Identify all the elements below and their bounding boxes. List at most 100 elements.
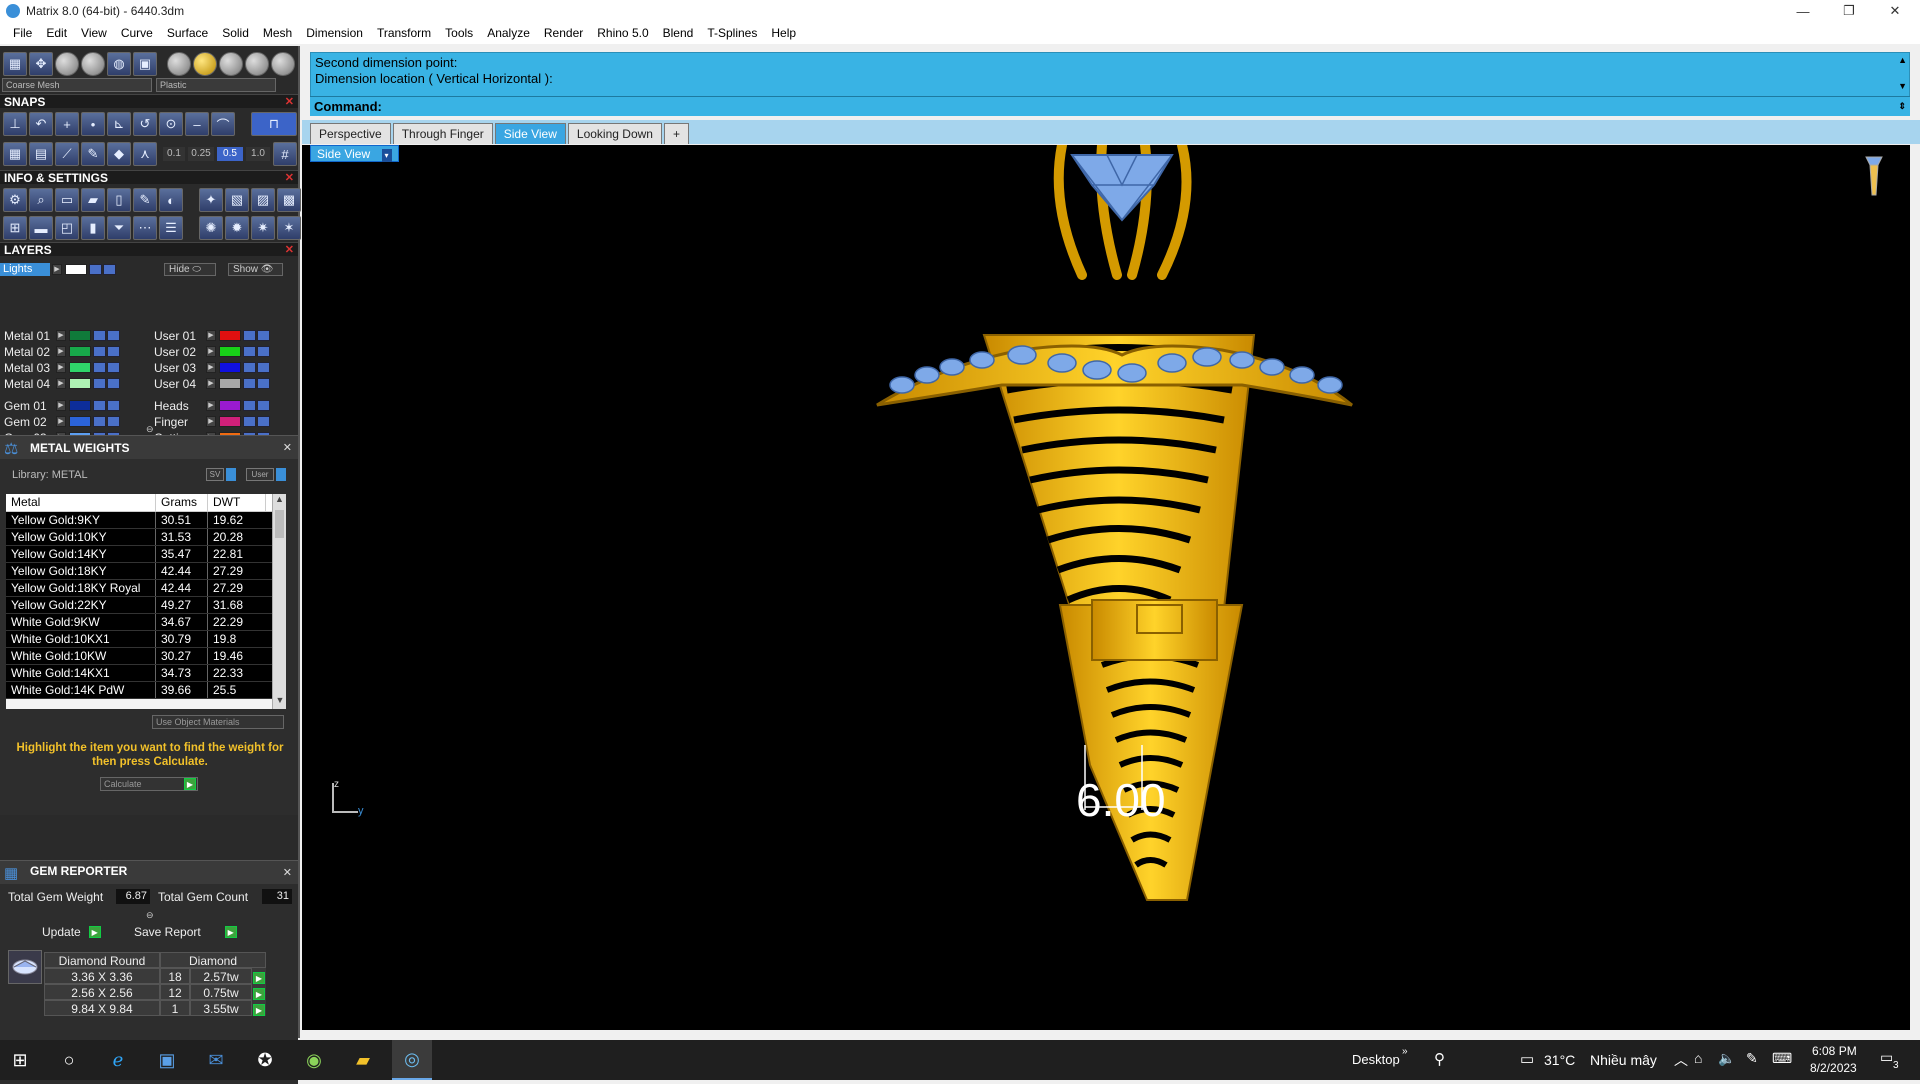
menu-curve[interactable]: Curve — [114, 26, 160, 40]
tab-side-view[interactable]: Side View — [494, 123, 566, 144]
clock-date[interactable]: 8/2/2023 — [1810, 1061, 1857, 1075]
gem-row[interactable]: 9.84 X 9.84 1 3.55tw ▶ — [44, 1000, 266, 1016]
book-icon[interactable]: ▮ — [81, 216, 105, 240]
layer-visible-icon[interactable] — [257, 362, 270, 373]
tool-b-icon[interactable]: ▧ — [225, 188, 249, 212]
layer-expand-icon[interactable]: ▶ — [56, 362, 66, 373]
pencil-icon[interactable]: ✎ — [133, 188, 157, 212]
layer-expand-icon[interactable]: ▶ — [206, 400, 216, 411]
table-row[interactable]: White Gold:10KX1 30.79 19.8 — [6, 631, 286, 648]
layer-lock-icon[interactable] — [93, 400, 106, 411]
menu-file[interactable]: File — [6, 26, 39, 40]
snap-tangent-icon[interactable]: ↺ — [133, 112, 157, 136]
close-icon[interactable]: ✕ — [283, 866, 292, 879]
layer-color-swatch[interactable] — [219, 362, 241, 373]
layer-color-swatch[interactable] — [69, 378, 91, 389]
network-icon[interactable]: ⌂ — [1694, 1050, 1702, 1066]
tab-through-finger[interactable]: Through Finger — [392, 123, 493, 144]
table-row[interactable]: Yellow Gold:22KY 49.27 31.68 — [6, 597, 286, 614]
table-row[interactable]: White Gold:10KW 30.27 19.46 — [6, 648, 286, 665]
tool-f-icon[interactable]: ✹ — [225, 216, 249, 240]
weather-text[interactable]: Nhiều mây — [1590, 1052, 1657, 1068]
snap-plane-icon[interactable]: ◆ — [107, 142, 131, 166]
snap-grid2-icon[interactable]: # — [273, 142, 297, 166]
list-icon[interactable]: ☰ — [159, 216, 183, 240]
phone-icon[interactable]: ▯ — [107, 188, 131, 212]
snap-end-icon[interactable]: ⊥ — [3, 112, 27, 136]
menu-view[interactable]: View — [74, 26, 114, 40]
right-layer-row[interactable]: User 03 ▶ — [150, 360, 271, 375]
print-icon[interactable]: ▭ — [55, 188, 79, 212]
tab-looking-down[interactable]: Looking Down — [567, 123, 662, 144]
box-icon[interactable]: ◰ — [55, 216, 79, 240]
tool-a-icon[interactable]: ✦ — [199, 188, 223, 212]
layer-color-swatch[interactable] — [69, 400, 91, 411]
rhino-icon[interactable]: ✪ — [245, 1040, 285, 1080]
cmd-scroll-down-icon[interactable]: ▼ — [1898, 81, 1907, 91]
layer-lock-icon[interactable] — [93, 330, 106, 341]
close-icon[interactable]: ✕ — [285, 243, 294, 257]
desktop-toolbar-label[interactable]: Desktop — [1352, 1052, 1400, 1067]
render-sphere-icon[interactable] — [81, 52, 105, 76]
palette-icon[interactable]: ◐ — [159, 188, 183, 212]
person-icon[interactable]: ⚲ — [1434, 1050, 1445, 1068]
table-row[interactable]: Yellow Gold:18KY 42.44 27.29 — [6, 563, 286, 580]
edge-icon[interactable]: ℯ — [98, 1040, 138, 1080]
layer-visible-icon[interactable] — [257, 400, 270, 411]
minimize-button[interactable]: — — [1780, 0, 1826, 22]
silver-material-icon[interactable] — [271, 52, 295, 76]
gem-row[interactable]: 3.36 X 3.36 18 2.57tw ▶ — [44, 968, 266, 984]
weather-icon[interactable]: ▭ — [1520, 1050, 1534, 1068]
menu-help[interactable]: Help — [764, 26, 803, 40]
cmd-dropdown-icon[interactable]: ⇕ — [1898, 97, 1906, 116]
notification-icon[interactable]: ▭ — [1880, 1049, 1893, 1066]
layer-lock-icon[interactable] — [243, 346, 256, 357]
chevron-icon[interactable]: » — [1402, 1046, 1408, 1057]
menu-transform[interactable]: Transform — [370, 26, 438, 40]
tool-d-icon[interactable]: ▩ — [277, 188, 301, 212]
left-layer-row[interactable]: Metal 01 ▶ — [0, 328, 121, 343]
close-icon[interactable]: ✕ — [285, 95, 294, 109]
layer-visible-icon[interactable] — [107, 400, 120, 411]
left-layer-row[interactable]: Metal 02 ▶ — [0, 344, 121, 359]
left-layer-row[interactable]: Metal 04 ▶ — [0, 376, 121, 391]
snap-line-icon[interactable]: ⟋ — [55, 142, 79, 166]
tray-chevron-icon[interactable]: ︿ — [1674, 1050, 1688, 1070]
tab-perspective[interactable]: Perspective — [310, 123, 391, 144]
layer-color-swatch[interactable] — [219, 400, 241, 411]
sv-toggle[interactable] — [226, 468, 236, 481]
gem-select-button[interactable]: ▶ — [252, 968, 266, 984]
keyboard-icon[interactable]: ⌨ — [1772, 1050, 1792, 1067]
layer-expand-icon[interactable]: ▶ — [56, 330, 66, 341]
layer-visible-icon[interactable] — [107, 416, 120, 427]
close-button[interactable]: ✕ — [1872, 0, 1918, 22]
layer-color-swatch[interactable] — [69, 362, 91, 373]
layers-collapse-icon[interactable]: ⊖ — [146, 424, 154, 435]
menu-surface[interactable]: Surface — [160, 26, 215, 40]
picture-icon[interactable]: ▣ — [133, 52, 157, 76]
gem-row[interactable]: 2.56 X 2.56 12 0.75tw ▶ — [44, 984, 266, 1000]
layer-expand-icon[interactable]: ▶ — [56, 416, 66, 427]
calculate-button[interactable]: Calculate ▶ — [100, 777, 198, 791]
settings-gear-icon[interactable]: ⚙ — [3, 188, 27, 212]
layer-color-swatch[interactable] — [219, 416, 241, 427]
layer-lock-icon[interactable] — [93, 362, 106, 373]
snap-curve-icon[interactable]: ↶ — [29, 112, 53, 136]
search-icon[interactable]: ○ — [49, 1040, 89, 1080]
tool-g-icon[interactable]: ✷ — [251, 216, 275, 240]
layer-expand-icon[interactable]: ▶ — [206, 378, 216, 389]
table-row[interactable]: White Gold:9KW 34.67 22.29 — [6, 614, 286, 631]
save-report-button[interactable]: Save Report ▶ — [134, 924, 237, 940]
ring-model[interactable] — [302, 145, 1910, 1030]
layer-expand-icon[interactable]: ▶ — [56, 346, 66, 357]
col-metal[interactable]: Metal — [6, 494, 156, 511]
start-icon[interactable]: ⊞ — [0, 1040, 40, 1080]
snap-value-2[interactable]: 0.5 — [217, 147, 243, 161]
gold-material-icon[interactable] — [193, 52, 217, 76]
layer-lock-icon[interactable] — [243, 362, 256, 373]
grid-icon[interactable]: ▦ — [3, 52, 27, 76]
view-cube-ring-icon[interactable] — [1862, 153, 1886, 199]
table-row[interactable]: Yellow Gold:14KY 35.47 22.81 — [6, 546, 286, 563]
right-layer-row[interactable]: User 02 ▶ — [150, 344, 271, 359]
update-button[interactable]: Update ▶ — [42, 924, 101, 940]
